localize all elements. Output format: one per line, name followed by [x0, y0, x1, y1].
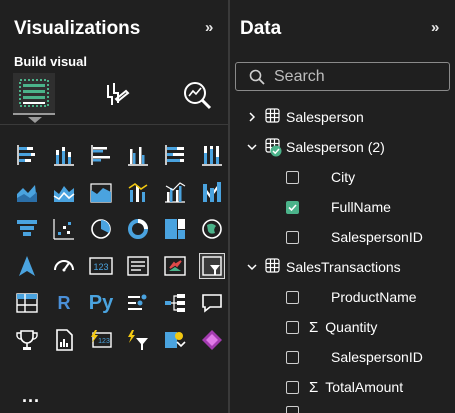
sigma-icon: Σ: [309, 378, 319, 396]
field-checkbox[interactable]: [286, 290, 299, 304]
search-input[interactable]: [274, 67, 434, 86]
r-script-label: R: [57, 292, 71, 313]
treemap-icon[interactable]: [162, 216, 188, 242]
build-visual-label: Build visual: [14, 54, 87, 69]
field-row-quantity[interactable]: Σ Quantity: [286, 316, 377, 338]
checkmark-icon: [288, 203, 297, 211]
visualizations-pane: Visualizations » Build visual 123 R Py 1…: [0, 0, 261, 413]
tree-item-label: FullName: [331, 199, 391, 215]
tab-divider: [0, 124, 228, 125]
100-stacked-bar-chart-icon[interactable]: [162, 142, 188, 168]
magnifier-chart-icon: [184, 82, 212, 110]
stacked-column-chart-icon[interactable]: [51, 142, 77, 168]
line-and-stacked-column-chart-icon[interactable]: [125, 179, 151, 205]
tab-selected-caret: [28, 117, 42, 123]
visual-type-grid: 123 R Py 123: [14, 142, 262, 353]
azure-map-icon[interactable]: [14, 253, 40, 279]
card-value-text: 123: [93, 262, 108, 272]
ribbon-chart-icon[interactable]: [199, 179, 225, 205]
build-visual-icon: [19, 79, 49, 107]
table-grid-icon: [265, 138, 282, 157]
trophy-metrics-icon[interactable]: [14, 327, 40, 353]
paintbrush-icon: [107, 83, 130, 105]
card-icon[interactable]: 123: [88, 253, 114, 279]
power-automate-filter-icon[interactable]: [125, 327, 151, 353]
kpi-icon[interactable]: [162, 253, 188, 279]
field-row-city[interactable]: City: [286, 166, 355, 188]
python-visual-icon[interactable]: Py: [88, 290, 114, 316]
stacked-bar-chart-icon[interactable]: [14, 142, 40, 168]
table-grid-icon: [265, 258, 280, 276]
funnel-chart-icon[interactable]: [14, 216, 40, 242]
r-script-visual-icon[interactable]: R: [51, 290, 77, 316]
table-row-salestransactions[interactable]: SalesTransactions: [246, 256, 401, 278]
field-row-partial: [286, 404, 299, 413]
chevron-down-icon: [246, 262, 258, 272]
paginated-report-icon[interactable]: [51, 327, 77, 353]
search-box[interactable]: [235, 62, 450, 91]
field-row-productname[interactable]: ProductName: [286, 286, 417, 308]
tree-item-label: SalespersonID: [331, 349, 423, 365]
field-row-salespersonid[interactable]: SalespersonID: [286, 226, 423, 248]
matrix-icon[interactable]: [14, 290, 40, 316]
visualizations-title: Visualizations: [14, 18, 141, 39]
sigma-icon: Σ: [309, 318, 319, 336]
tab-format-visual[interactable]: [95, 74, 137, 116]
clustered-column-chart-icon[interactable]: [125, 142, 151, 168]
more-visuals-button[interactable]: ...: [22, 386, 40, 407]
power-apps-icon[interactable]: [199, 327, 225, 353]
field-checkbox[interactable]: [286, 380, 299, 394]
key-influencers-icon[interactable]: [125, 290, 151, 316]
tree-item-label: SalespersonID: [331, 229, 423, 245]
slicer-icon[interactable]: [199, 253, 225, 279]
decomposition-tree-icon[interactable]: [162, 290, 188, 316]
donut-chart-icon[interactable]: [125, 216, 151, 242]
in-use-check-icon: [270, 145, 282, 157]
gauge-icon[interactable]: [51, 253, 77, 279]
map-icon[interactable]: [199, 216, 225, 242]
field-checkbox-checked[interactable]: [286, 200, 299, 214]
tree-item-label: Salesperson (2): [286, 139, 385, 155]
qa-visual-icon[interactable]: [199, 290, 225, 316]
collapse-data-button[interactable]: »: [431, 19, 439, 36]
tree-item-label: ProductName: [331, 289, 417, 305]
table-row-salesperson-2[interactable]: Salesperson (2): [246, 136, 385, 158]
scatter-chart-icon[interactable]: [51, 216, 77, 242]
pie-chart-icon[interactable]: [88, 216, 114, 242]
chevron-down-icon: [246, 142, 258, 152]
data-pane: Data » Salesperson Salesperson (2) City …: [230, 0, 455, 413]
stacked-area-chart-icon[interactable]: [51, 179, 77, 205]
100-stacked-area-chart-icon[interactable]: [88, 179, 114, 205]
100-stacked-column-chart-icon[interactable]: [199, 142, 225, 168]
search-icon: [249, 69, 265, 85]
field-checkbox[interactable]: [286, 230, 299, 244]
power-apps-card-icon[interactable]: 123: [88, 327, 114, 353]
collapse-visualizations-button[interactable]: »: [205, 19, 213, 36]
chevron-right-icon: [246, 112, 258, 122]
tree-item-label: Quantity: [325, 319, 378, 335]
python-label: Py: [88, 291, 114, 314]
tree-item-label: TotalAmount: [325, 379, 404, 395]
table-grid-icon: [265, 108, 280, 126]
power-apps-flow-icon[interactable]: [162, 327, 188, 353]
table-row-salesperson[interactable]: Salesperson: [246, 106, 364, 128]
line-and-clustered-column-chart-icon[interactable]: [162, 179, 188, 205]
tree-item-label: City: [331, 169, 356, 185]
field-checkbox[interactable]: [286, 350, 299, 364]
clustered-bar-chart-icon[interactable]: [88, 142, 114, 168]
tree-item-label: Salesperson: [286, 109, 364, 125]
tree-item-label: SalesTransactions: [286, 259, 401, 275]
field-checkbox: [286, 406, 299, 413]
tab-build-visual[interactable]: [13, 73, 55, 115]
tab-analytics[interactable]: [176, 74, 218, 116]
field-row-totalamount[interactable]: Σ TotalAmount: [286, 376, 403, 398]
field-row-fullname[interactable]: FullName: [286, 196, 391, 218]
svg-text:123: 123: [98, 338, 110, 345]
area-chart-icon[interactable]: [14, 179, 40, 205]
field-checkbox[interactable]: [286, 170, 299, 184]
multi-row-card-icon[interactable]: [125, 253, 151, 279]
field-row-salespersonid-2[interactable]: SalespersonID: [286, 346, 423, 368]
field-checkbox[interactable]: [286, 320, 299, 334]
data-title: Data: [240, 18, 282, 39]
